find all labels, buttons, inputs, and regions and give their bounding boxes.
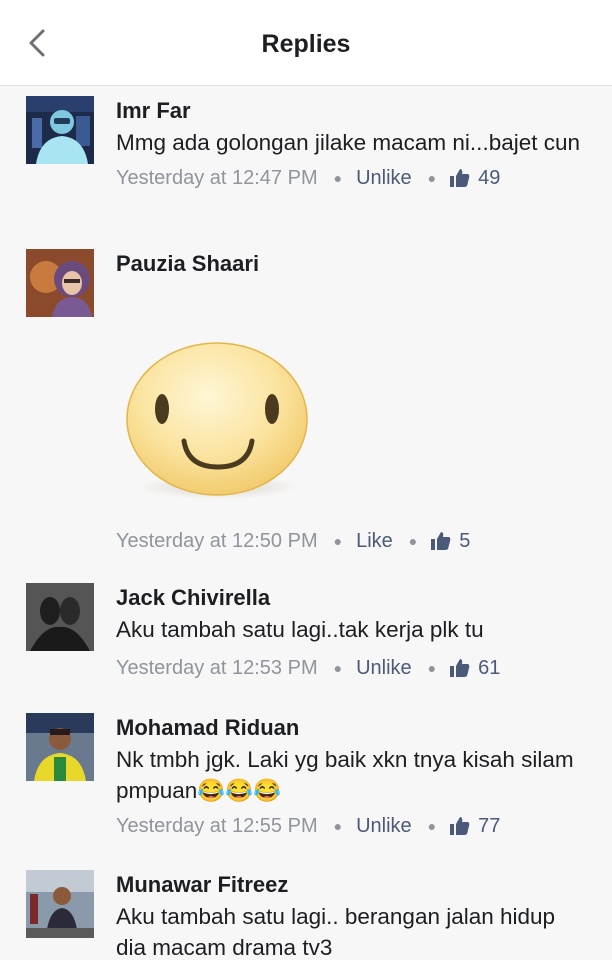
avatar[interactable] bbox=[26, 249, 94, 317]
avatar[interactable] bbox=[26, 713, 94, 781]
like-count-value: 49 bbox=[478, 167, 501, 189]
thumbs-up-icon bbox=[450, 817, 470, 835]
thumbs-up-icon bbox=[450, 659, 470, 677]
comment-text: Aku tambah satu lagi..tak kerja plk tu bbox=[116, 617, 484, 642]
comment-text: Nk tmbh jgk. Laki yg baik xkn tnya kisah… bbox=[116, 747, 574, 803]
page-title: Replies bbox=[261, 30, 351, 58]
like-count-value: 61 bbox=[478, 657, 501, 679]
like-count[interactable]: 5 bbox=[431, 527, 470, 555]
comment-meta: Yesterday at 12:53 PM ● Unlike ● 61 bbox=[116, 654, 586, 682]
comment-meta: Yesterday at 12:50 PM ● Like ● 5 bbox=[116, 527, 586, 555]
separator-dot: ● bbox=[333, 660, 343, 676]
avatar[interactable] bbox=[26, 96, 94, 164]
avatar[interactable] bbox=[26, 583, 94, 651]
separator-dot: ● bbox=[333, 818, 343, 834]
thumbs-up-icon bbox=[450, 169, 470, 187]
like-count[interactable]: 77 bbox=[450, 812, 500, 840]
comment-meta: Yesterday at 12:47 PM ● Unlike ● 49 bbox=[116, 164, 586, 192]
like-count[interactable]: 49 bbox=[450, 164, 500, 192]
comment-author[interactable]: Pauzia Shaari bbox=[116, 249, 586, 279]
unlike-button[interactable]: Unlike bbox=[356, 812, 412, 840]
comment-timestamp: Yesterday at 12:55 PM bbox=[116, 815, 318, 837]
comment-author[interactable]: Imr Far bbox=[116, 96, 586, 126]
comment-text: Aku tambah satu lagi.. berangan jalan hi… bbox=[116, 904, 556, 960]
comment-timestamp: Yesterday at 12:50 PM bbox=[116, 530, 318, 552]
header-bar: Replies bbox=[0, 0, 612, 86]
unlike-button[interactable]: Unlike bbox=[356, 164, 412, 192]
comment-text: Mmg ada golongan jilake macam ni...bajet… bbox=[116, 130, 581, 155]
comment-author[interactable]: Mohamad Riduan bbox=[116, 713, 586, 743]
separator-dot: ● bbox=[427, 170, 437, 186]
replies-screen: Replies Imr Far Mmg ada golongan jilake … bbox=[0, 0, 612, 960]
like-button[interactable]: Like bbox=[356, 527, 393, 555]
thumbs-up-icon bbox=[431, 532, 451, 550]
separator-dot: ● bbox=[333, 170, 343, 186]
comment-meta: Yesterday at 12:55 PM ● Unlike ● 77 bbox=[116, 812, 586, 840]
like-count-value: 77 bbox=[478, 815, 501, 837]
comment-timestamp: Yesterday at 12:53 PM bbox=[116, 657, 318, 679]
like-count-value: 5 bbox=[459, 530, 471, 552]
unlike-button[interactable]: Unlike bbox=[356, 654, 412, 682]
avatar[interactable] bbox=[26, 870, 94, 938]
separator-dot: ● bbox=[408, 533, 418, 549]
smiley-face-sticker bbox=[126, 337, 312, 503]
like-count[interactable]: 61 bbox=[450, 654, 500, 682]
comment-author[interactable]: Munawar Fitreez bbox=[116, 870, 586, 900]
separator-dot: ● bbox=[427, 818, 437, 834]
comment-author[interactable]: Jack Chivirella bbox=[116, 583, 586, 613]
separator-dot: ● bbox=[427, 660, 437, 676]
separator-dot: ● bbox=[333, 533, 343, 549]
comment-timestamp: Yesterday at 12:47 PM bbox=[116, 167, 318, 189]
